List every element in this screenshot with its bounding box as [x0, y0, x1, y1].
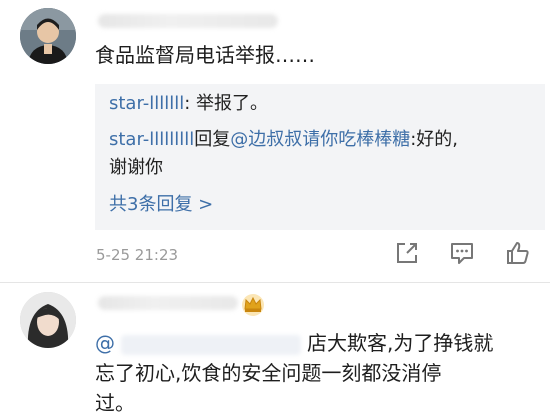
comment-text-line: @ 店大欺客,为了挣钱就 [95, 328, 493, 358]
comment-text-line: 忘了初心,饮食的安全问题一刻都没消停 [95, 361, 442, 385]
weibo-comment-thread: 食品监督局电话举报…… star-lllllll: 举报了。 star-llll… [0, 0, 550, 418]
crown-badge-icon [242, 294, 264, 316]
share-icon[interactable] [394, 240, 420, 266]
like-icon[interactable] [505, 240, 531, 266]
reply-text: :好的, [410, 129, 459, 150]
username-blurred[interactable] [98, 14, 278, 28]
reply-text: 举报了。 [196, 93, 269, 114]
comment-text: 食品监督局电话举报…… [95, 43, 315, 67]
username-blurred[interactable] [98, 296, 238, 310]
user-avatar[interactable] [20, 8, 76, 64]
reply-username[interactable]: star-lllllllll [109, 129, 194, 150]
avatar-portrait [20, 292, 76, 348]
more-replies-link[interactable]: 共3条回复 > [109, 190, 213, 216]
comment-divider [0, 282, 550, 283]
user-avatar[interactable] [20, 292, 76, 348]
avatar-portrait [20, 8, 76, 64]
comment-mention-prefix[interactable]: @ [95, 331, 115, 355]
mention-name-blurred[interactable] [121, 334, 301, 355]
reply-verb: 回复 [194, 129, 231, 150]
reply-text-continued: 谢谢你 [109, 157, 163, 178]
reply-mention[interactable]: @边叔叔请你吃棒棒糖 [230, 129, 410, 150]
reply-item: star-lllllllll回复@边叔叔请你吃棒棒糖:好的, [109, 126, 458, 154]
comment-timestamp: 5-25 21:23 [96, 246, 179, 264]
comment-text: 店大欺客,为了挣钱就 [307, 331, 494, 355]
comment-text-line: 过。 [95, 391, 135, 415]
comment-icon[interactable] [449, 240, 475, 266]
reply-item: star-lllllll: 举报了。 [109, 93, 269, 114]
replies-box: star-lllllll: 举报了。 star-lllllllll回复@边叔叔请… [95, 84, 545, 230]
reply-username[interactable]: star-lllllll [109, 93, 184, 114]
